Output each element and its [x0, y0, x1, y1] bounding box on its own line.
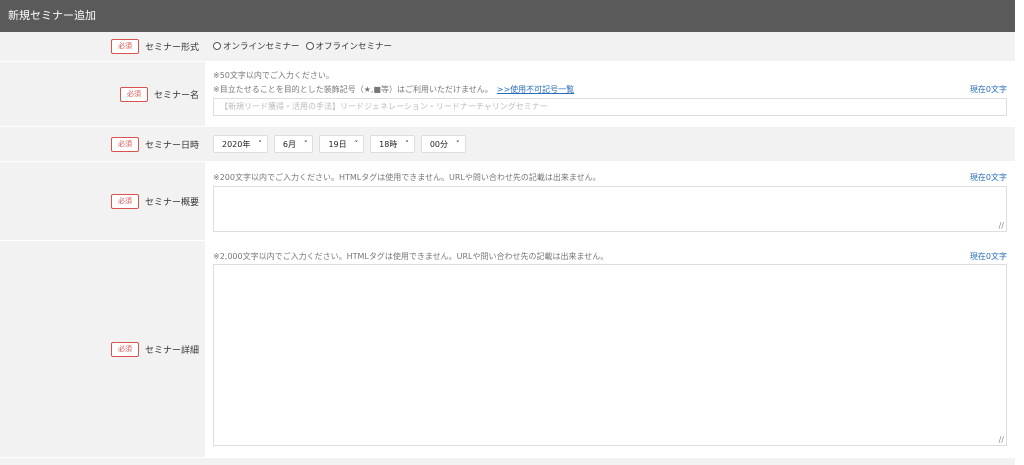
- required-badge: 必須: [110, 193, 139, 209]
- datetime-label-cell: 必須 セミナー日時: [0, 127, 205, 161]
- chevron-down-icon: ˅: [258, 140, 262, 148]
- detail-label: セミナー詳細: [144, 345, 199, 356]
- minute-value: 00分: [429, 139, 449, 149]
- resize-handle-icon[interactable]: ∕∕: [999, 436, 1004, 444]
- required-badge: 必須: [119, 86, 148, 102]
- format-row: 必須 セミナー形式 オンラインセミナー オフラインセミナー: [0, 32, 1015, 61]
- radio-online[interactable]: オンラインセミナー: [213, 40, 300, 52]
- name-note-symbols: ※目立たせることを目的とした装飾記号（★,■等）はご利用いただけません。 >>使用…: [213, 84, 574, 95]
- detail-row: 必須 セミナー詳細 ※2,000文字以内でご入力ください。HTMLタグは使用でき…: [0, 241, 1015, 457]
- next-row-content: [205, 458, 1015, 465]
- month-select[interactable]: 6月 ˅: [273, 135, 314, 153]
- summary-row: 必須 セミナー概要 ※200文字以内でご入力ください。HTMLタグは使用できませ…: [0, 162, 1015, 240]
- format-label-cell: 必須 セミナー形式: [0, 32, 205, 61]
- required-badge: 必須: [110, 39, 139, 54]
- unusable-symbols-link[interactable]: >>使用不可記号一覧: [497, 85, 574, 94]
- minute-select[interactable]: 00分 ˅: [420, 135, 466, 153]
- detail-content: ※2,000文字以内でご入力ください。HTMLタグは使用できません。URLや問い…: [205, 241, 1015, 457]
- year-select[interactable]: 2020年 ˅: [213, 135, 268, 153]
- radio-online-label: オンラインセミナー: [223, 42, 300, 52]
- name-row: 必須 セミナー名 ※50文字以内でご入力ください。 ※目立たせることを目的とした…: [0, 62, 1015, 126]
- detail-note: ※2,000文字以内でご入力ください。HTMLタグは使用できません。URLや問い…: [213, 252, 609, 261]
- radio-offline-label: オフラインセミナー: [315, 42, 393, 52]
- chevron-down-icon: ˅: [303, 140, 308, 148]
- required-badge: 必須: [110, 136, 139, 152]
- summary-char-counter: 現在0文字: [969, 173, 1007, 182]
- name-content: ※50文字以内でご入力ください。 ※目立たせることを目的とした装飾記号（★,■等…: [205, 62, 1015, 126]
- format-label: セミナー形式: [144, 43, 199, 53]
- detail-textarea[interactable]: ∕∕: [213, 264, 1007, 446]
- seminar-name-input[interactable]: 【新規リード獲得・活用の手法】リードジェネレーション・リードナーチャリングセミナ…: [213, 98, 1007, 116]
- page-header: 新規セミナー追加: [0, 0, 1015, 32]
- year-value: 2020年: [222, 139, 251, 149]
- next-row-label-cell: [0, 458, 205, 465]
- chevron-down-icon: ˅: [456, 140, 460, 148]
- format-radio-group: オンラインセミナー オフラインセミナー: [213, 32, 392, 60]
- summary-note: ※200文字以内でご入力ください。HTMLタグは使用できません。URLや問い合わ…: [213, 173, 601, 182]
- name-char-counter: 現在0文字: [969, 85, 1007, 94]
- summary-textarea[interactable]: ∕∕: [213, 186, 1007, 232]
- month-value: 6月: [282, 139, 296, 149]
- detail-label-cell: 必須 セミナー詳細: [0, 241, 205, 457]
- summary-label: セミナー概要: [144, 197, 199, 208]
- resize-handle-icon[interactable]: ∕∕: [999, 222, 1004, 230]
- datetime-row: 必須 セミナー日時 2020年 ˅ 6月 ˅ 19日 ˅ 18時 ˅ 00分 ˅: [0, 127, 1015, 161]
- next-row-partial: [0, 458, 1015, 465]
- seminar-name-placeholder: 【新規リード獲得・活用の手法】リードジェネレーション・リードナーチャリングセミナ…: [220, 102, 548, 111]
- format-content: オンラインセミナー オフラインセミナー: [205, 32, 1015, 61]
- hour-value: 18時: [379, 139, 398, 149]
- summary-label-cell: 必須 セミナー概要: [0, 162, 205, 240]
- datetime-selects: 2020年 ˅ 6月 ˅ 19日 ˅ 18時 ˅ 00分 ˅: [213, 127, 466, 161]
- summary-content: ※200文字以内でご入力ください。HTMLタグは使用できません。URLや問い合わ…: [205, 162, 1015, 240]
- datetime-label: セミナー日時: [144, 140, 199, 151]
- name-label-cell: 必須 セミナー名: [0, 62, 205, 126]
- hour-select[interactable]: 18時 ˅: [370, 135, 415, 153]
- radio-circle-icon[interactable]: [213, 42, 221, 50]
- radio-offline[interactable]: オフラインセミナー: [305, 40, 393, 52]
- detail-char-counter: 現在0文字: [969, 252, 1007, 261]
- chevron-down-icon: ˅: [405, 140, 409, 148]
- datetime-content: 2020年 ˅ 6月 ˅ 19日 ˅ 18時 ˅ 00分 ˅: [205, 127, 1015, 161]
- name-note-length: ※50文字以内でご入力ください。: [213, 71, 334, 80]
- day-select[interactable]: 19日 ˅: [319, 135, 365, 153]
- page-title: 新規セミナー追加: [8, 9, 96, 22]
- required-badge: 必須: [110, 341, 139, 357]
- name-label: セミナー名: [153, 90, 199, 101]
- chevron-down-icon: ˅: [354, 140, 359, 148]
- radio-circle-icon[interactable]: [305, 42, 314, 50]
- name-note-symbols-text: ※目立たせることを目的とした装飾記号（★,■等）はご利用いただけません。: [213, 85, 493, 94]
- day-value: 19日: [328, 139, 347, 149]
